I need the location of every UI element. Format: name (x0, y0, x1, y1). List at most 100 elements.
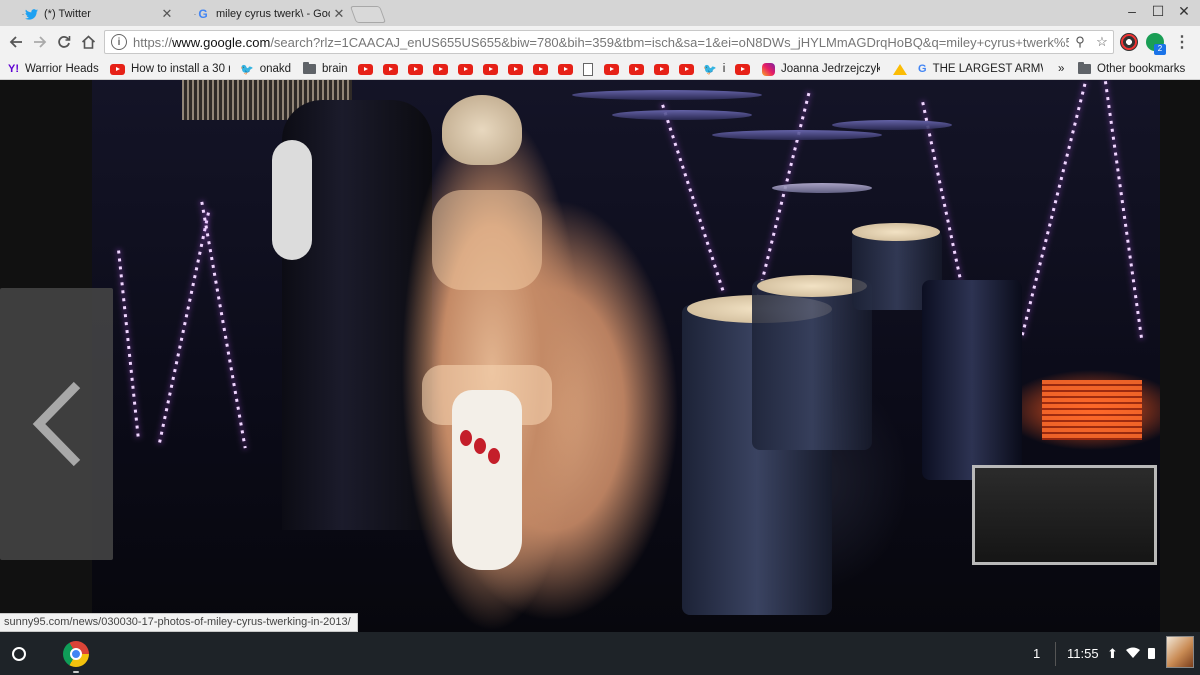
back-button[interactable] (6, 32, 26, 52)
preview-image[interactable] (92, 80, 1160, 632)
maximize-icon[interactable]: ☐ (1146, 3, 1170, 20)
folder-icon (1078, 62, 1091, 74)
bookmarks-bar: Y! Warrior Heads How to install a 30 r 🐦… (0, 58, 1200, 80)
site-info-icon[interactable]: i (111, 34, 127, 50)
reload-icon (58, 36, 71, 48)
extension-badge: 2 (1154, 44, 1166, 55)
bookmark-yt-13[interactable] (679, 61, 700, 77)
bookmark-doc[interactable] (583, 61, 599, 77)
bookmark-joanna[interactable]: Joanna Jedrzejczyk (762, 61, 880, 77)
tab-twitter[interactable]: (*) Twitter ✕ (6, 2, 182, 26)
minimize-icon[interactable]: – (1120, 3, 1144, 19)
youtube-icon (735, 63, 750, 75)
bookmark-label: brain (322, 63, 348, 75)
bookmark-yt-5[interactable] (458, 61, 479, 77)
youtube-icon (533, 63, 548, 75)
bookmark-yt-6[interactable] (483, 61, 504, 77)
user-avatar[interactable] (1166, 636, 1194, 668)
bookmarks-overflow-chevron[interactable]: » (1058, 61, 1064, 77)
tab-title: miley cyrus twerk\ - Goo (216, 8, 330, 20)
extension-icon[interactable] (1120, 33, 1138, 51)
youtube-icon (679, 63, 694, 75)
clock[interactable]: 11:55 (1067, 646, 1099, 661)
youtube-icon (110, 63, 125, 75)
tab-title: (*) Twitter (44, 8, 91, 20)
close-window-icon[interactable]: ✕ (1172, 3, 1196, 20)
running-indicator (73, 671, 79, 673)
toolbar: i https://www.google.com/search?rlz=1CAA… (0, 26, 1200, 58)
bookmark-label: onakd (259, 63, 292, 75)
bookmark-yt-8[interactable] (533, 61, 554, 77)
bookmark-label: How to install a 30 r (131, 63, 230, 75)
youtube-icon (604, 63, 619, 75)
battery-icon[interactable] (1148, 648, 1155, 659)
upload-icon[interactable]: ⬆ (1107, 646, 1118, 662)
bookmark-yt-3[interactable] (408, 61, 429, 77)
tab-google-search[interactable]: G miley cyrus twerk\ - Goo ✕ (178, 2, 354, 26)
bookmark-how-to-install[interactable]: How to install a 30 r (110, 61, 230, 77)
url-text: https://www.google.com/search?rlz=1CAACA… (133, 34, 1069, 50)
forward-button[interactable] (30, 32, 50, 52)
os-shelf: 1 11:55 ⬆ (0, 632, 1200, 675)
new-tab-button[interactable] (349, 6, 387, 23)
forward-arrow-icon (34, 36, 47, 48)
foam-finger (452, 390, 522, 570)
bookmark-drive[interactable] (893, 61, 913, 77)
bookmark-warrior-heads[interactable]: Y! Warrior Heads (8, 61, 99, 77)
tab-close-icon[interactable]: ✕ (330, 6, 348, 22)
bookmark-star-icon[interactable]: ☆ (1091, 34, 1113, 50)
bookmark-yt-10[interactable] (604, 61, 625, 77)
shelf-divider (1055, 642, 1056, 666)
google-icon: G (198, 7, 208, 21)
bookmark-other-bookmarks[interactable]: Other bookmarks (1078, 61, 1185, 77)
address-bar[interactable]: i https://www.google.com/search?rlz=1CAA… (104, 30, 1114, 54)
twitter-icon: 🐦 (703, 63, 717, 76)
image-viewer (0, 80, 1200, 632)
youtube-icon (358, 63, 373, 75)
bookmark-largest-armw[interactable]: G THE LARGEST ARMW (918, 61, 1043, 77)
tab-strip: (*) Twitter ✕ G miley cyrus twerk\ - Goo… (0, 0, 1200, 26)
youtube-icon (483, 63, 498, 75)
twitter-icon: 🐦 (240, 63, 254, 76)
bookmark-folder-brain[interactable]: brain (303, 61, 348, 77)
home-icon (81, 35, 95, 49)
wifi-icon[interactable] (1126, 646, 1140, 661)
youtube-icon (629, 63, 644, 75)
document-icon (583, 62, 593, 76)
bookmark-label: Other bookmarks (1097, 63, 1186, 75)
chevron-left-icon (32, 381, 80, 467)
chrome-icon[interactable] (63, 641, 89, 667)
google-icon: G (918, 63, 927, 75)
zoom-icon[interactable]: ⚲ (1069, 34, 1091, 50)
bookmark-label: Joanna Jedrzejczyk (781, 63, 880, 75)
youtube-icon (408, 63, 423, 75)
youtube-icon (433, 63, 448, 75)
bookmark-onakd[interactable]: 🐦 onakd (240, 61, 291, 77)
yahoo-icon: Y! (8, 63, 19, 75)
bookmark-yt-1[interactable] (358, 61, 379, 77)
notification-count[interactable]: 1 (1033, 646, 1040, 661)
youtube-icon (508, 63, 523, 75)
launcher-icon[interactable] (12, 647, 26, 661)
folder-icon (303, 62, 316, 74)
twitter-icon (24, 7, 38, 21)
bookmark-yt-2[interactable] (383, 61, 404, 77)
menu-dots-icon[interactable]: ⋮ (1172, 32, 1192, 52)
tab-close-icon[interactable]: ✕ (158, 6, 176, 22)
bookmark-yt-14[interactable] (735, 61, 756, 77)
previous-image-button[interactable] (0, 288, 113, 560)
youtube-icon (458, 63, 473, 75)
bookmark-yt-12[interactable] (654, 61, 675, 77)
youtube-icon (383, 63, 398, 75)
bookmark-twitter-i[interactable]: 🐦 i (703, 61, 725, 77)
reload-button[interactable] (54, 32, 74, 52)
youtube-icon (558, 63, 573, 75)
instagram-icon (762, 62, 775, 76)
drive-icon (893, 63, 907, 75)
home-button[interactable] (78, 32, 98, 52)
bookmark-yt-7[interactable] (508, 61, 529, 77)
bookmark-label: THE LARGEST ARMW (932, 63, 1043, 75)
bookmark-yt-9[interactable] (558, 61, 579, 77)
bookmark-yt-4[interactable] (433, 61, 454, 77)
bookmark-yt-11[interactable] (629, 61, 650, 77)
